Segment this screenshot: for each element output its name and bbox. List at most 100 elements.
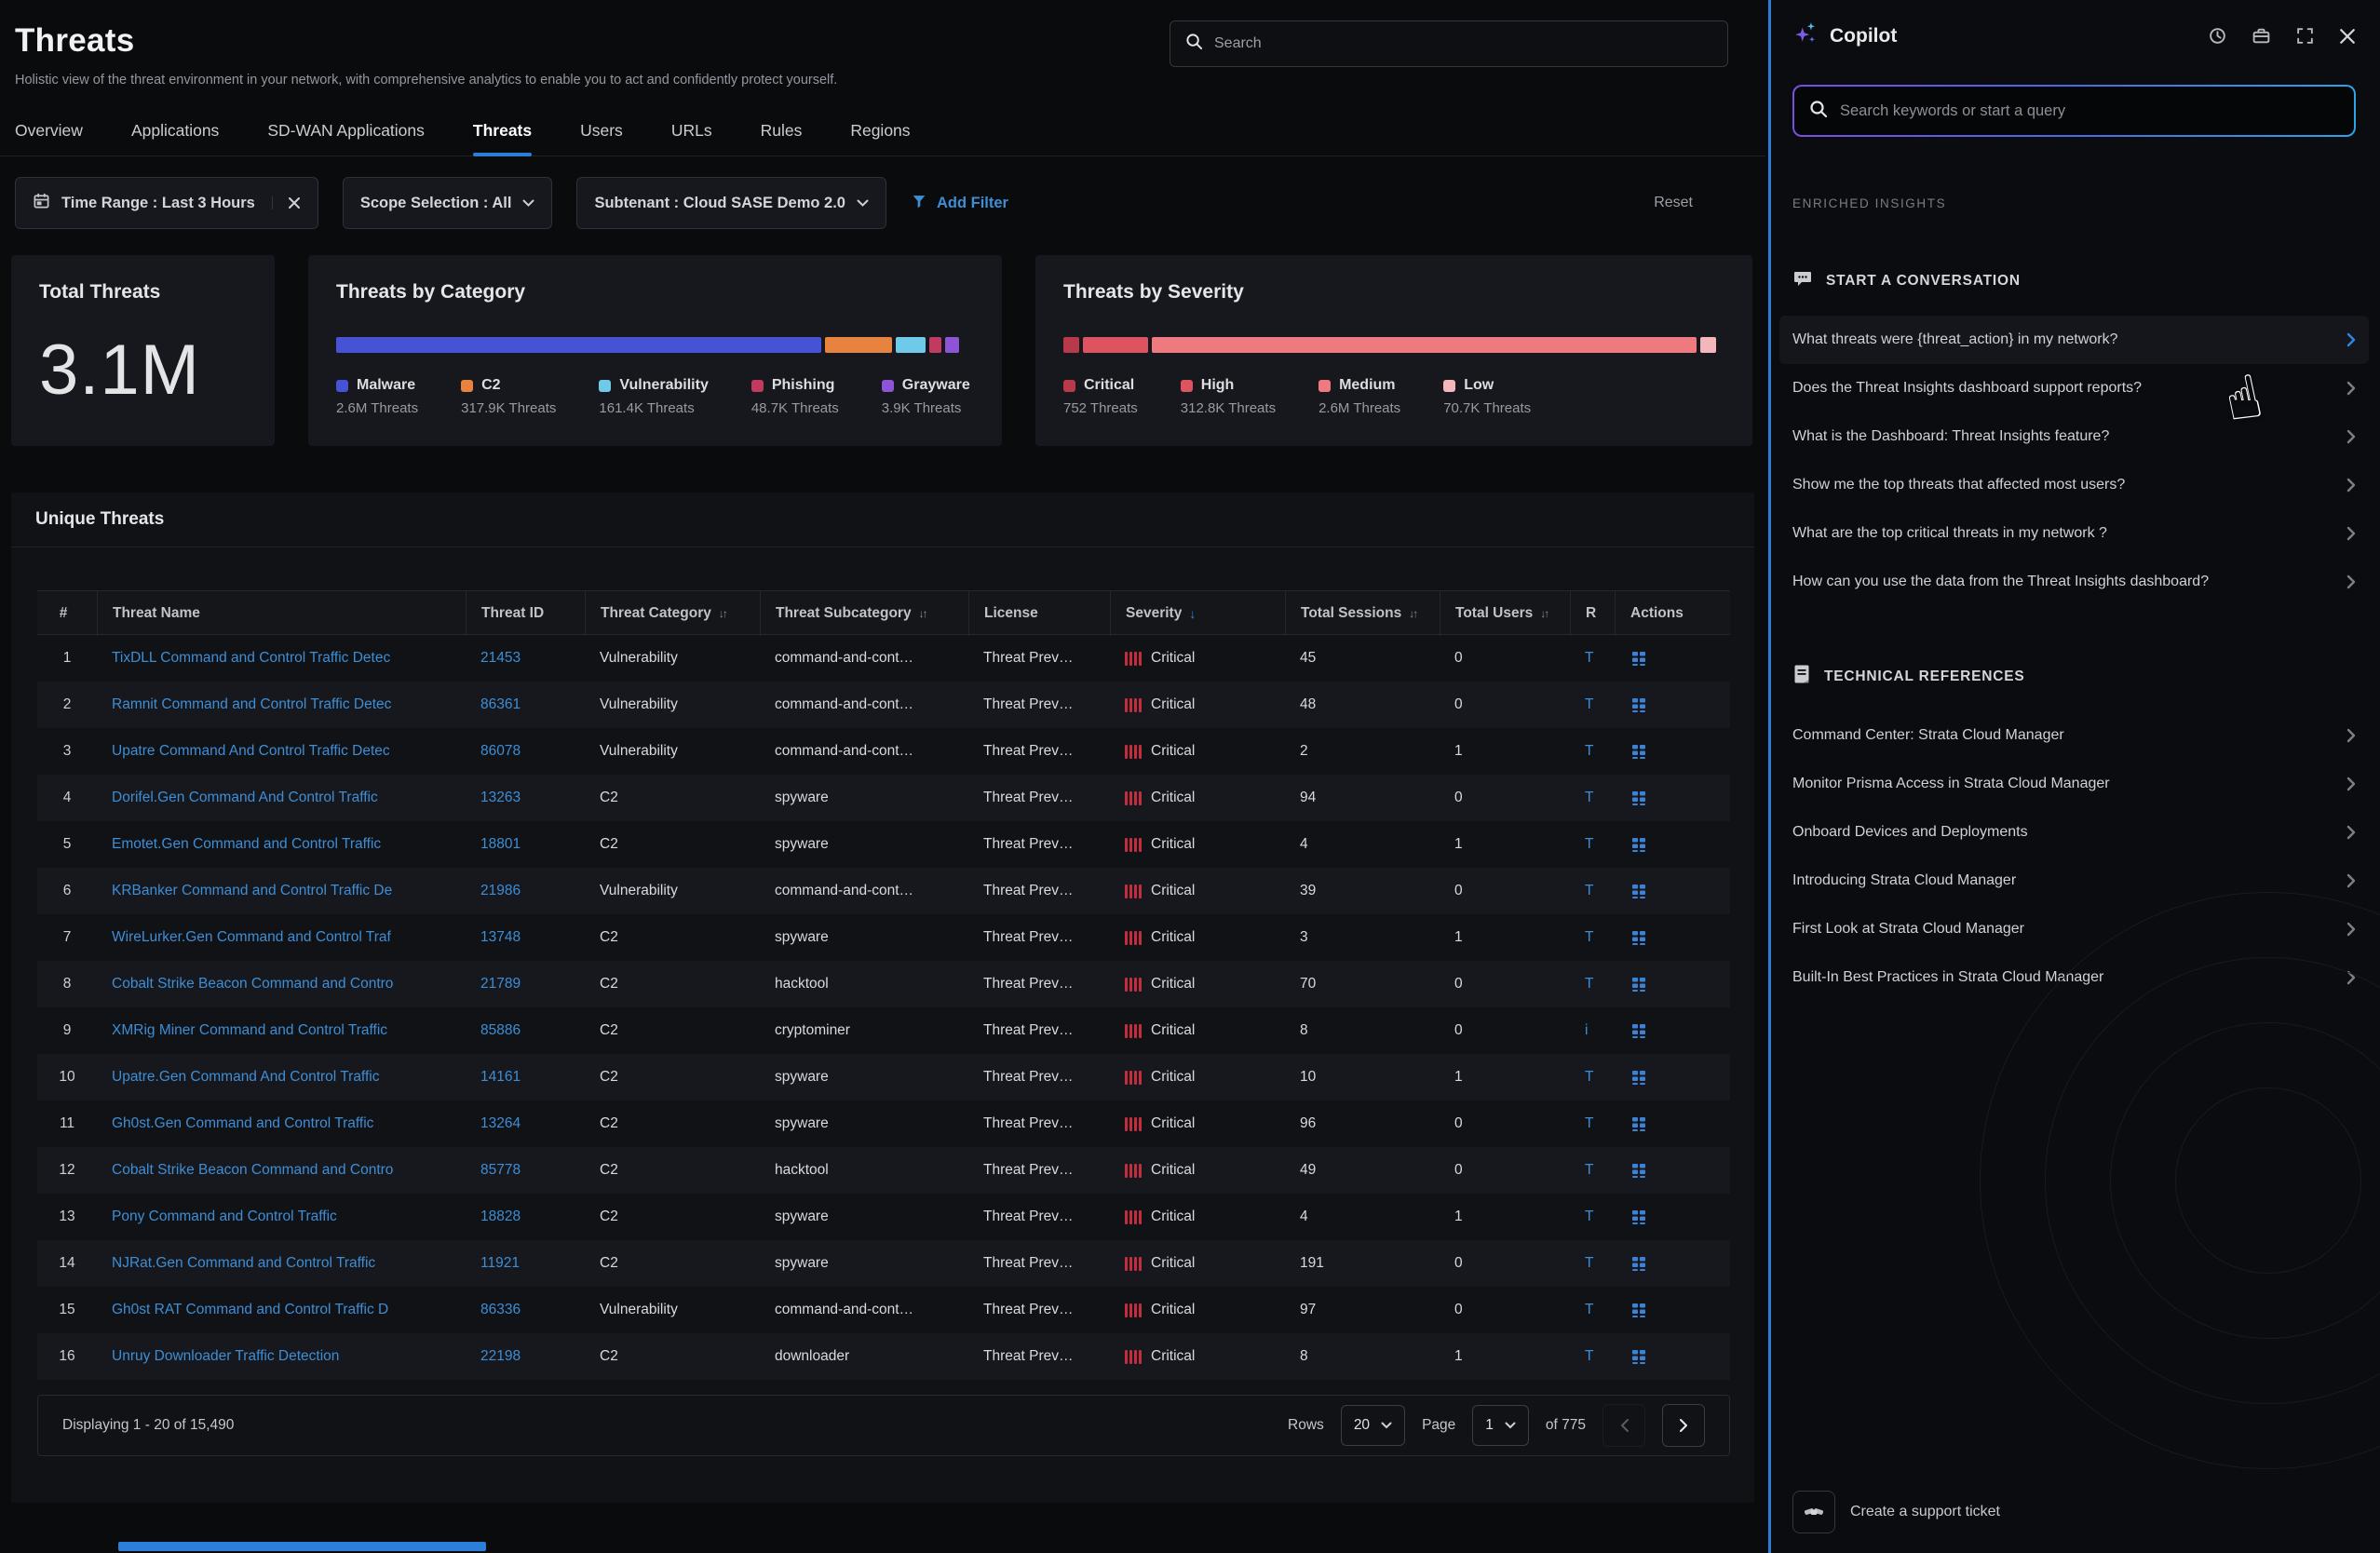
tab[interactable]: SD-WAN Applications (267, 121, 425, 155)
open-table-view-icon[interactable] (1629, 1161, 1648, 1180)
global-search[interactable] (1170, 20, 1728, 67)
cell-threat-name-link[interactable]: Dorifel.Gen Command And Control Traffic (97, 790, 466, 806)
open-table-view-icon[interactable] (1629, 928, 1648, 947)
conversation-suggestion[interactable]: What is the Dashboard: Threat Insights f… (1779, 412, 2369, 461)
next-page-button[interactable] (1662, 1404, 1705, 1447)
cell-threat-name-link[interactable]: Upatre.Gen Command And Control Traffic (97, 1069, 466, 1086)
column-header[interactable]: # (37, 591, 97, 636)
cell-threat-name-link[interactable]: Gh0st.Gen Command and Control Traffic (97, 1115, 466, 1132)
cell-threat-id-link[interactable]: 21453 (466, 650, 585, 667)
cell-r-link[interactable]: T (1570, 1209, 1615, 1225)
copilot-search-field[interactable] (1794, 87, 2354, 135)
cell-r-link[interactable]: T (1570, 1115, 1615, 1132)
cell-threat-name-link[interactable]: NJRat.Gen Command and Control Traffic (97, 1255, 466, 1272)
cell-threat-name-link[interactable]: XMRig Miner Command and Control Traffic (97, 1022, 466, 1039)
conversation-suggestion[interactable]: What are the top critical threats in my … (1779, 509, 2369, 558)
conversation-suggestion[interactable]: Show me the top threats that affected mo… (1779, 461, 2369, 509)
cell-r-link[interactable]: T (1570, 1302, 1615, 1318)
tab[interactable]: Overview (15, 121, 83, 155)
cell-threat-name-link[interactable]: WireLurker.Gen Command and Control Traf (97, 929, 466, 946)
column-header[interactable]: Total Users ↓↑ (1440, 591, 1570, 636)
cell-threat-id-link[interactable]: 13264 (466, 1115, 585, 1132)
column-header[interactable]: Threat Category ↓↑ (585, 591, 760, 636)
cell-r-link[interactable]: T (1570, 650, 1615, 667)
add-filter-button[interactable]: Add Filter (911, 193, 1008, 214)
sort-icon[interactable]: ↓↑ (719, 607, 726, 620)
scope-selection-filter-chip[interactable]: Scope Selection : All (343, 177, 553, 229)
open-table-view-icon[interactable] (1629, 742, 1648, 761)
cell-r-link[interactable]: T (1570, 1069, 1615, 1086)
open-table-view-icon[interactable] (1629, 1301, 1648, 1319)
close-icon[interactable] (2339, 28, 2356, 45)
history-icon[interactable] (2208, 26, 2227, 46)
open-table-view-icon[interactable] (1629, 1347, 1648, 1366)
open-table-view-icon[interactable] (1629, 1208, 1648, 1226)
sort-icon[interactable]: ↓↑ (919, 607, 926, 620)
open-table-view-icon[interactable] (1629, 835, 1648, 854)
cell-threat-id-link[interactable]: 14161 (466, 1069, 585, 1086)
reference-link[interactable]: Monitor Prisma Access in Strata Cloud Ma… (1779, 760, 2369, 808)
tab[interactable]: Rules (761, 121, 803, 155)
cell-threat-id-link[interactable]: 18828 (466, 1209, 585, 1225)
open-table-view-icon[interactable] (1629, 649, 1648, 668)
conversation-suggestion[interactable]: How can you use the data from the Threat… (1779, 558, 2369, 606)
cell-threat-id-link[interactable]: 13748 (466, 929, 585, 946)
time-range-filter-chip[interactable]: Time Range : Last 3 Hours (15, 177, 318, 229)
page-select[interactable]: 1 (1472, 1405, 1529, 1446)
open-table-view-icon[interactable] (1629, 975, 1648, 993)
cell-threat-id-link[interactable]: 11921 (466, 1255, 585, 1272)
cell-threat-name-link[interactable]: KRBanker Command and Control Traffic De (97, 883, 466, 899)
cell-r-link[interactable]: T (1570, 883, 1615, 899)
cell-threat-name-link[interactable]: Unruy Downloader Traffic Detection (97, 1348, 466, 1365)
column-header[interactable]: Threat Subcategory ↓↑ (760, 591, 968, 636)
reference-link[interactable]: Introducing Strata Cloud Manager (1779, 857, 2369, 905)
reset-button[interactable]: Reset (1654, 195, 1693, 211)
cell-threat-id-link[interactable]: 85778 (466, 1162, 585, 1179)
cell-threat-id-link[interactable]: 86336 (466, 1302, 585, 1318)
cell-threat-id-link[interactable]: 21986 (466, 883, 585, 899)
cell-r-link[interactable]: T (1570, 836, 1615, 853)
create-support-ticket-label[interactable]: Create a support ticket (1850, 1504, 2000, 1520)
cell-threat-name-link[interactable]: Upatre Command And Control Traffic Detec (97, 743, 466, 760)
sort-icon[interactable]: ↓↑ (1540, 607, 1548, 620)
cell-r-link[interactable]: T (1570, 976, 1615, 993)
column-header[interactable]: License (968, 591, 1110, 636)
cell-r-link[interactable]: T (1570, 696, 1615, 713)
column-header[interactable]: Total Sessions ↓↑ (1285, 591, 1440, 636)
cell-threat-name-link[interactable]: Gh0st RAT Command and Control Traffic D (97, 1302, 466, 1318)
open-table-view-icon[interactable] (1629, 882, 1648, 900)
handshake-icon[interactable] (1792, 1491, 1835, 1533)
cell-r-link[interactable]: T (1570, 929, 1615, 946)
remove-time-range-filter-button[interactable] (272, 196, 301, 209)
tab[interactable]: Applications (131, 121, 219, 155)
cell-threat-name-link[interactable]: TixDLL Command and Control Traffic Detec (97, 650, 466, 667)
cell-threat-id-link[interactable]: 22198 (466, 1348, 585, 1365)
cell-threat-id-link[interactable]: 18801 (466, 836, 585, 853)
tab[interactable]: Threats (473, 121, 532, 155)
reference-link[interactable]: Command Center: Strata Cloud Manager (1779, 711, 2369, 760)
cell-threat-name-link[interactable]: Cobalt Strike Beacon Command and Contro (97, 976, 466, 993)
open-table-view-icon[interactable] (1629, 789, 1648, 807)
open-table-view-icon[interactable] (1629, 695, 1648, 714)
copilot-search-input[interactable] (1840, 102, 2339, 120)
cell-threat-name-link[interactable]: Cobalt Strike Beacon Command and Contro (97, 1162, 466, 1179)
tab[interactable]: Regions (850, 121, 910, 155)
reference-link[interactable]: Built-In Best Practices in Strata Cloud … (1779, 953, 2369, 1002)
cell-r-link[interactable]: T (1570, 1162, 1615, 1179)
column-header[interactable]: Severity ↓ (1110, 591, 1285, 636)
cell-threat-id-link[interactable]: 86361 (466, 696, 585, 713)
open-table-view-icon[interactable] (1629, 1068, 1648, 1087)
cell-threat-id-link[interactable]: 85886 (466, 1022, 585, 1039)
open-table-view-icon[interactable] (1629, 1254, 1648, 1273)
tab[interactable]: URLs (671, 121, 712, 155)
tab[interactable]: Users (580, 121, 623, 155)
cell-r-link[interactable]: T (1570, 1348, 1615, 1365)
reference-link[interactable]: First Look at Strata Cloud Manager (1779, 905, 2369, 953)
cell-threat-name-link[interactable]: Ramnit Command and Control Traffic Detec (97, 696, 466, 713)
cell-r-link[interactable]: T (1570, 790, 1615, 806)
search-input[interactable] (1214, 35, 1712, 52)
column-header[interactable]: Threat Name (97, 591, 466, 636)
briefcase-icon[interactable] (2252, 26, 2271, 46)
sort-icon[interactable]: ↓↑ (1409, 607, 1416, 620)
cell-threat-name-link[interactable]: Emotet.Gen Command and Control Traffic (97, 836, 466, 853)
